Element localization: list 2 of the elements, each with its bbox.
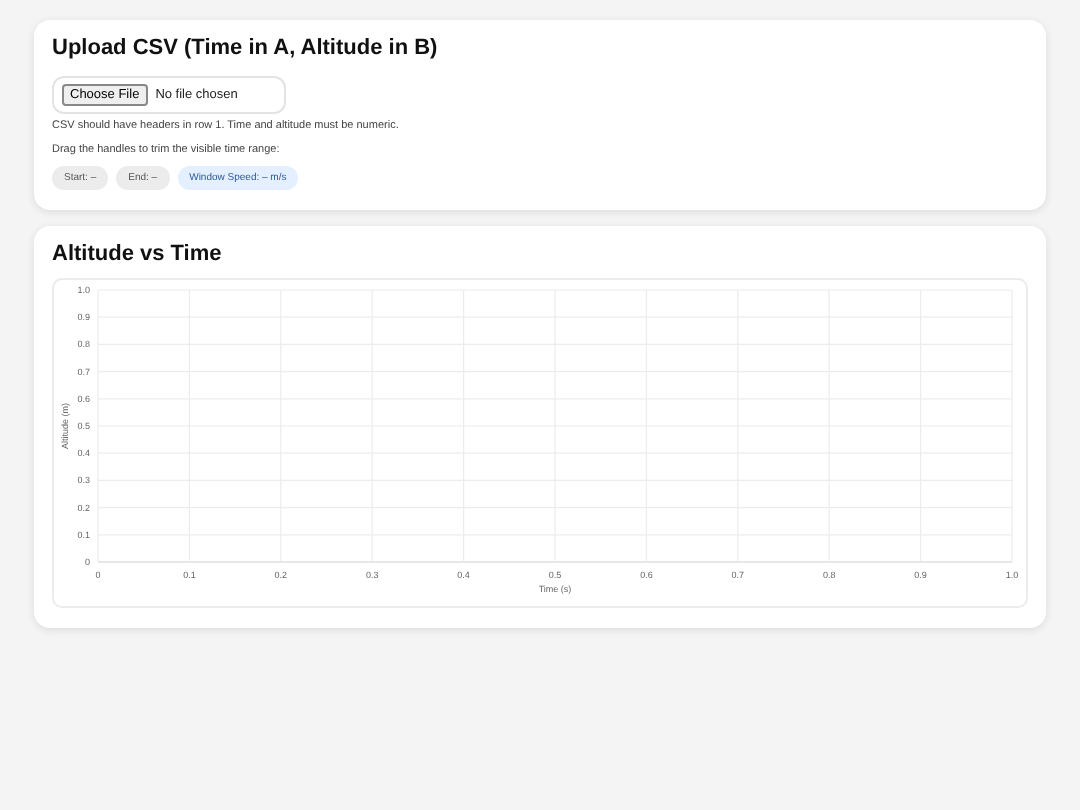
chart-title: Altitude vs Time bbox=[52, 242, 224, 266]
upload-title: Upload CSV (Time in A, Altitude in B) bbox=[52, 36, 440, 60]
